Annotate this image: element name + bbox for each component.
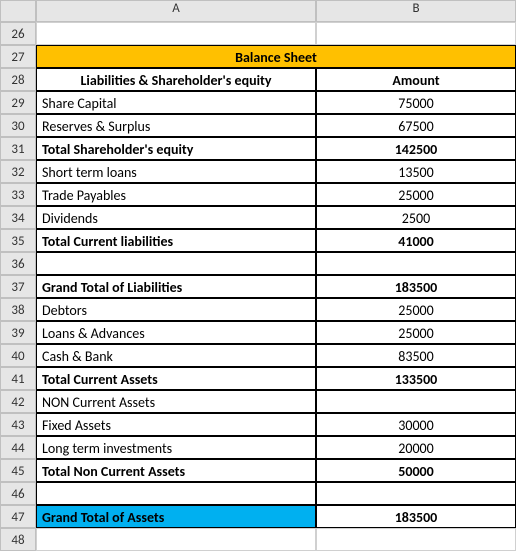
cell-amount[interactable]: 25000: [316, 298, 516, 321]
row-header[interactable]: 45: [0, 459, 36, 482]
cell-amount[interactable]: 13500: [316, 160, 516, 183]
cell-amount[interactable]: 25000: [316, 321, 516, 344]
cell-label[interactable]: Share Capital: [36, 91, 316, 114]
cell[interactable]: [316, 252, 516, 275]
cell-amount[interactable]: 83500: [316, 344, 516, 367]
cell-label[interactable]: Total Current liabilities: [36, 229, 316, 252]
grand-total-amount[interactable]: 183500: [316, 505, 516, 528]
row-header[interactable]: 33: [0, 183, 36, 206]
cell-label[interactable]: Short term loans: [36, 160, 316, 183]
row-header[interactable]: 31: [0, 137, 36, 160]
row-header[interactable]: 41: [0, 367, 36, 390]
title-cell[interactable]: Balance Sheet: [36, 45, 516, 68]
cell-label[interactable]: Cash & Bank: [36, 344, 316, 367]
header-a[interactable]: Liabilities & Shareholder's equity: [36, 68, 316, 91]
cell[interactable]: [316, 22, 516, 45]
header-b[interactable]: Amount: [316, 68, 516, 91]
cell-label[interactable]: Total Shareholder's equity: [36, 137, 316, 160]
cell-amount[interactable]: 2500: [316, 206, 516, 229]
cell-amount[interactable]: 41000: [316, 229, 516, 252]
cell-label[interactable]: Total Current Assets: [36, 367, 316, 390]
row-header[interactable]: 40: [0, 344, 36, 367]
cell[interactable]: [36, 22, 316, 45]
cell-amount[interactable]: 50000: [316, 459, 516, 482]
cell-label[interactable]: Fixed Assets: [36, 413, 316, 436]
cell[interactable]: [316, 482, 516, 505]
cell-label[interactable]: Loans & Advances: [36, 321, 316, 344]
cell-amount[interactable]: 183500: [316, 275, 516, 298]
cell-label[interactable]: NON Current Assets: [36, 390, 316, 413]
row-header[interactable]: 47: [0, 505, 36, 528]
grand-total-label[interactable]: Grand Total of Assets: [36, 505, 316, 528]
cell-amount[interactable]: 75000: [316, 91, 516, 114]
row-header[interactable]: 30: [0, 114, 36, 137]
row-header[interactable]: 27: [0, 45, 36, 68]
col-header-a[interactable]: A: [36, 0, 316, 22]
row-header[interactable]: 26: [0, 22, 36, 45]
cell-label[interactable]: Long term investments: [36, 436, 316, 459]
cell-amount[interactable]: 30000: [316, 413, 516, 436]
row-header[interactable]: 32: [0, 160, 36, 183]
corner-cell[interactable]: [0, 0, 36, 22]
row-header[interactable]: 35: [0, 229, 36, 252]
row-header[interactable]: 44: [0, 436, 36, 459]
cell[interactable]: [36, 252, 316, 275]
row-header[interactable]: 38: [0, 298, 36, 321]
row-header[interactable]: 39: [0, 321, 36, 344]
cell-amount[interactable]: 67500: [316, 114, 516, 137]
row-header[interactable]: 28: [0, 68, 36, 91]
cell-label[interactable]: Reserves & Surplus: [36, 114, 316, 137]
cell-amount[interactable]: 142500: [316, 137, 516, 160]
cell-amount[interactable]: 133500: [316, 367, 516, 390]
cell-amount[interactable]: 20000: [316, 436, 516, 459]
row-header[interactable]: 34: [0, 206, 36, 229]
col-header-b[interactable]: B: [316, 0, 516, 22]
row-header[interactable]: 42: [0, 390, 36, 413]
cell-label[interactable]: Total Non Current Assets: [36, 459, 316, 482]
spreadsheet-grid[interactable]: A B 26 27 Balance Sheet 28 Liabilities &…: [0, 0, 516, 551]
cell-amount[interactable]: [316, 390, 516, 413]
row-header[interactable]: 37: [0, 275, 36, 298]
cell-amount[interactable]: 25000: [316, 183, 516, 206]
cell-label[interactable]: Grand Total of Liabilities: [36, 275, 316, 298]
cell[interactable]: [36, 482, 316, 505]
row-header[interactable]: 46: [0, 482, 36, 505]
row-header[interactable]: 29: [0, 91, 36, 114]
row-header[interactable]: 43: [0, 413, 36, 436]
row-header[interactable]: 36: [0, 252, 36, 275]
cell-label[interactable]: Debtors: [36, 298, 316, 321]
cell-label[interactable]: Trade Payables: [36, 183, 316, 206]
cell-label[interactable]: Dividends: [36, 206, 316, 229]
